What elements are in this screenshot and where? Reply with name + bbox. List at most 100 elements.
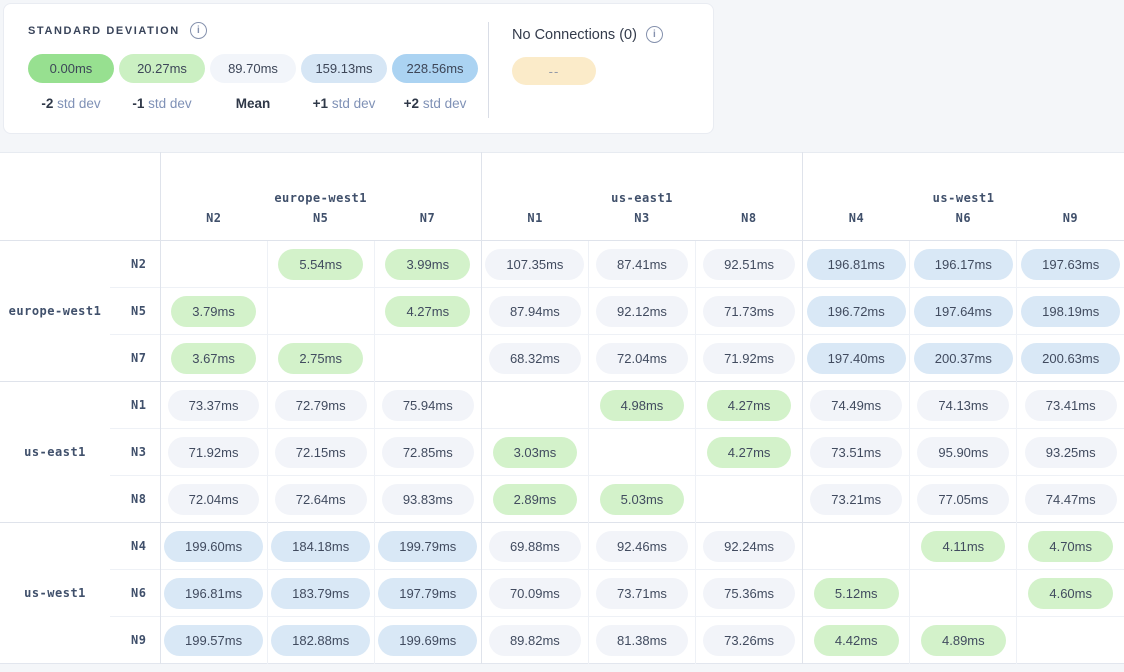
latency-matrix-table: europe-west1us-east1us-west1N2N5N7N1N3N8… bbox=[0, 152, 1124, 664]
latency-chip: 4.98ms bbox=[600, 390, 685, 421]
latency-chip: 3.03ms bbox=[493, 437, 578, 468]
column-node-header: N3 bbox=[588, 211, 695, 241]
matrix-cell: 72.15ms bbox=[267, 429, 374, 476]
latency-chip: 71.92ms bbox=[703, 343, 795, 374]
matrix-cell: 196.81ms bbox=[803, 241, 910, 288]
latency-chip: 74.13ms bbox=[917, 390, 1009, 421]
matrix-cell: 199.60ms bbox=[160, 523, 267, 570]
matrix-cell: 92.24ms bbox=[696, 523, 803, 570]
latency-chip: 73.51ms bbox=[810, 437, 902, 468]
latency-chip: 196.72ms bbox=[807, 296, 906, 327]
matrix-cell: 196.72ms bbox=[803, 288, 910, 335]
latency-chip: 4.89ms bbox=[921, 625, 1006, 656]
latency-chip: 72.04ms bbox=[168, 484, 260, 515]
latency-chip: 184.18ms bbox=[271, 531, 370, 562]
legend-chip: 228.56ms bbox=[392, 54, 478, 83]
latency-chip: 199.57ms bbox=[164, 625, 263, 656]
legend-chip: 89.70ms bbox=[210, 54, 296, 83]
matrix-cell: 72.64ms bbox=[267, 476, 374, 523]
matrix-cell: 72.79ms bbox=[267, 382, 374, 429]
matrix-cell: 77.05ms bbox=[910, 476, 1017, 523]
matrix-cell: 73.26ms bbox=[696, 617, 803, 664]
matrix-cell: 4.27ms bbox=[696, 429, 803, 476]
latency-chip: 196.81ms bbox=[164, 578, 263, 609]
latency-chip: 200.63ms bbox=[1021, 343, 1120, 374]
latency-chip: 3.67ms bbox=[171, 343, 256, 374]
latency-chip: 4.60ms bbox=[1028, 578, 1113, 609]
matrix-cell: 2.75ms bbox=[267, 335, 374, 382]
matrix-cell: 3.03ms bbox=[481, 429, 588, 476]
latency-chip: 81.38ms bbox=[596, 625, 688, 656]
matrix-cell: 72.04ms bbox=[160, 476, 267, 523]
matrix-cell bbox=[588, 429, 695, 476]
legend-label-row: -2 std dev-1 std devMean+1 std dev+2 std… bbox=[28, 96, 478, 111]
card-divider bbox=[488, 22, 489, 118]
matrix-cell: 87.41ms bbox=[588, 241, 695, 288]
info-icon[interactable]: i bbox=[190, 22, 207, 39]
table-row: europe-west1N25.54ms3.99ms107.35ms87.41m… bbox=[0, 241, 1124, 288]
no-connections-title: No Connections (0) bbox=[512, 27, 637, 43]
latency-chip: 198.19ms bbox=[1021, 296, 1120, 327]
column-node-header: N5 bbox=[267, 211, 374, 241]
column-node-row: N2N5N7N1N3N8N4N6N9 bbox=[0, 211, 1124, 241]
matrix-cell: 71.73ms bbox=[696, 288, 803, 335]
latency-chip: 5.03ms bbox=[600, 484, 685, 515]
latency-chip: 2.89ms bbox=[493, 484, 578, 515]
matrix-corner bbox=[0, 211, 160, 241]
latency-chip: 196.17ms bbox=[914, 249, 1013, 280]
table-row: N6196.81ms183.79ms197.79ms70.09ms73.71ms… bbox=[0, 570, 1124, 617]
latency-chip: 5.54ms bbox=[278, 249, 363, 280]
row-node-header: N1 bbox=[110, 382, 160, 429]
matrix-cell: 3.99ms bbox=[374, 241, 481, 288]
matrix-cell: 197.63ms bbox=[1017, 241, 1124, 288]
matrix-cell: 75.94ms bbox=[374, 382, 481, 429]
latency-chip: 199.79ms bbox=[378, 531, 477, 562]
latency-chip: 92.46ms bbox=[596, 531, 688, 562]
latency-chip: 183.79ms bbox=[271, 578, 370, 609]
legend-label: +1 std dev bbox=[301, 96, 387, 111]
matrix-cell bbox=[803, 523, 910, 570]
table-row: N872.04ms72.64ms93.83ms2.89ms5.03ms73.21… bbox=[0, 476, 1124, 523]
matrix-cell: 199.79ms bbox=[374, 523, 481, 570]
legend-chip: 159.13ms bbox=[301, 54, 387, 83]
matrix-cell: 198.19ms bbox=[1017, 288, 1124, 335]
legend-chip-row: 0.00ms20.27ms89.70ms159.13ms228.56ms bbox=[28, 54, 478, 83]
matrix-cell: 5.54ms bbox=[267, 241, 374, 288]
matrix-cell: 69.88ms bbox=[481, 523, 588, 570]
latency-chip: 73.21ms bbox=[810, 484, 902, 515]
matrix-cell: 81.38ms bbox=[588, 617, 695, 664]
matrix-cell: 74.47ms bbox=[1017, 476, 1124, 523]
legend-label: -1 std dev bbox=[119, 96, 205, 111]
latency-chip: 92.24ms bbox=[703, 531, 795, 562]
info-icon[interactable]: i bbox=[646, 26, 663, 43]
matrix-cell: 73.71ms bbox=[588, 570, 695, 617]
matrix-cell: 4.60ms bbox=[1017, 570, 1124, 617]
legend-label: +2 std dev bbox=[392, 96, 478, 111]
latency-chip: 4.27ms bbox=[707, 437, 792, 468]
matrix-cell: 74.13ms bbox=[910, 382, 1017, 429]
matrix-cell: 93.25ms bbox=[1017, 429, 1124, 476]
legend-card: STANDARD DEVIATION i 0.00ms20.27ms89.70m… bbox=[3, 3, 714, 134]
matrix-cell: 4.98ms bbox=[588, 382, 695, 429]
matrix-cell: 75.36ms bbox=[696, 570, 803, 617]
matrix-cell: 4.42ms bbox=[803, 617, 910, 664]
latency-chip: 73.26ms bbox=[703, 625, 795, 656]
latency-chip: 89.82ms bbox=[489, 625, 581, 656]
matrix-cell: 182.88ms bbox=[267, 617, 374, 664]
matrix-cell: 197.40ms bbox=[803, 335, 910, 382]
latency-chip: 4.70ms bbox=[1028, 531, 1113, 562]
latency-chip: 4.11ms bbox=[921, 531, 1005, 562]
latency-chip: 74.47ms bbox=[1025, 484, 1117, 515]
matrix-cell: 87.94ms bbox=[481, 288, 588, 335]
row-node-header: N7 bbox=[110, 335, 160, 382]
matrix-cell: 3.79ms bbox=[160, 288, 267, 335]
matrix-cell: 3.67ms bbox=[160, 335, 267, 382]
latency-chip: 74.49ms bbox=[810, 390, 902, 421]
column-node-header: N2 bbox=[160, 211, 267, 241]
matrix-cell: 73.41ms bbox=[1017, 382, 1124, 429]
matrix-cell bbox=[374, 335, 481, 382]
matrix-header: europe-west1us-east1us-west1N2N5N7N1N3N8… bbox=[0, 153, 1124, 241]
row-node-header: N8 bbox=[110, 476, 160, 523]
latency-chip: 77.05ms bbox=[917, 484, 1009, 515]
latency-chip: 72.79ms bbox=[275, 390, 367, 421]
